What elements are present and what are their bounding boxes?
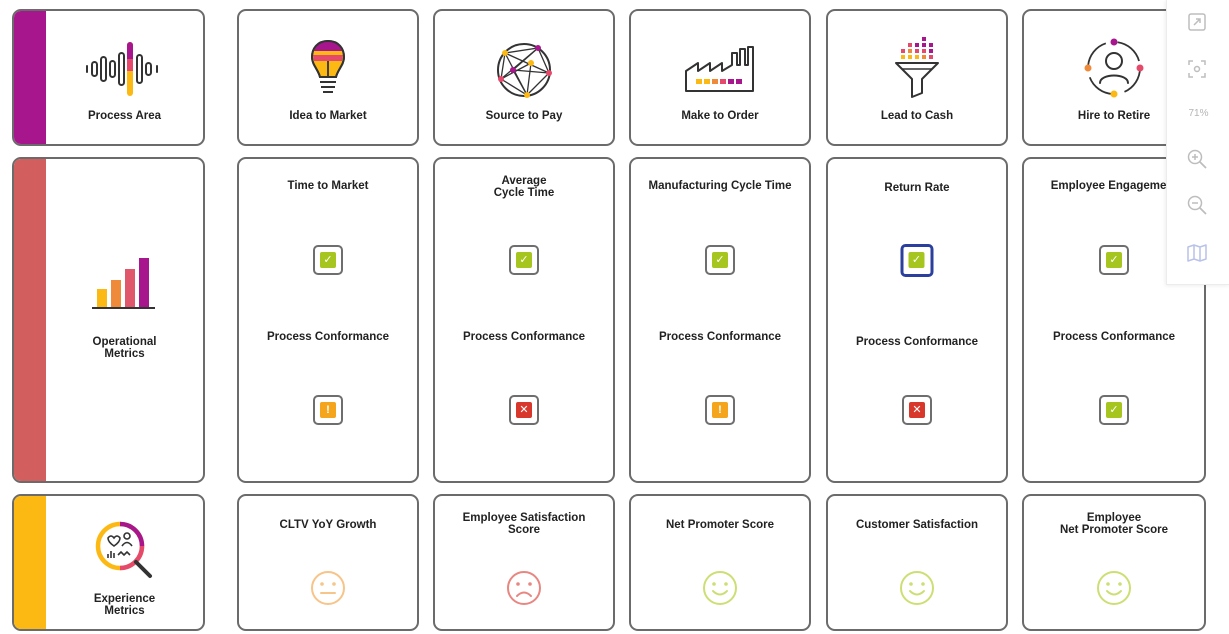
person-cycle-icon: [1084, 38, 1144, 98]
process-area-label: Process Area: [87, 110, 162, 122]
conformance-label: Process Conformance: [1052, 331, 1176, 343]
expand-icon: [1188, 13, 1206, 31]
conformance-label: Process Conformance: [855, 336, 979, 348]
warning-icon: !: [712, 402, 728, 418]
bar-chart-icon: [91, 258, 155, 309]
status-check-button[interactable]: ✓: [509, 245, 539, 275]
experience-metrics-header-card: Experience Metrics: [12, 494, 205, 631]
check-icon: ✓: [1106, 252, 1122, 268]
check-icon: ✓: [1106, 402, 1122, 418]
check-icon: ✓: [320, 252, 336, 268]
experience-metrics-label: Experience Metrics: [93, 593, 156, 618]
check-icon: ✓: [516, 252, 532, 268]
map-icon: [1187, 244, 1207, 262]
happy-face-icon: [1097, 571, 1131, 605]
conformance-label: Process Conformance: [462, 331, 586, 343]
fit-screen-icon: [1188, 60, 1206, 78]
process-card-idea-to-market[interactable]: Idea to Market: [237, 9, 419, 146]
happy-face-icon: [900, 571, 934, 605]
process-card-lead-to-cash[interactable]: Lead to Cash: [826, 9, 1008, 146]
check-icon: ✓: [908, 252, 925, 268]
magnifier-heart-user-icon: [95, 521, 152, 578]
conformance-label: Process Conformance: [266, 331, 390, 343]
operational-metrics-header-card: Operational Metrics: [12, 157, 205, 483]
process-card-source-to-pay[interactable]: Source to Pay: [433, 9, 615, 146]
experience-card-hire-to-retire: Employee Net Promoter Score: [1022, 494, 1206, 631]
process-label: Idea to Market: [289, 110, 367, 122]
fullscreen-button[interactable]: [1186, 11, 1208, 33]
factory-icon: [685, 46, 754, 92]
metric-label: Manufacturing Cycle Time: [648, 180, 792, 192]
funnel-icon: [895, 37, 939, 98]
status-check-button[interactable]: ✓: [1099, 395, 1129, 425]
operational-card-lead-to-cash: Return Rate ✓ Process Conformance ✕: [826, 157, 1008, 483]
zoom-in-button[interactable]: [1186, 148, 1208, 170]
experience-metric-label: Net Promoter Score: [665, 519, 774, 531]
metric-label: Time to Market: [287, 180, 369, 192]
process-label: Lead to Cash: [880, 110, 954, 122]
status-warning-button[interactable]: !: [313, 395, 343, 425]
neutral-face-icon: [311, 571, 345, 605]
zoom-in-icon: [1187, 149, 1207, 169]
view-toolbar: 71%: [1166, 0, 1229, 285]
operational-card-make-to-order: Manufacturing Cycle Time ✓ Process Confo…: [629, 157, 811, 483]
process-area-header-card: Process Area: [12, 9, 205, 146]
experience-card-source-to-pay: Employee Satisfaction Score: [433, 494, 615, 631]
metric-label: Average Cycle Time: [493, 175, 555, 200]
experience-metric-label: Employee Satisfaction Score: [462, 512, 586, 537]
status-error-button[interactable]: ✕: [902, 395, 932, 425]
conformance-label: Process Conformance: [658, 331, 782, 343]
happy-face-icon: [703, 571, 737, 605]
network-globe-icon: [497, 43, 552, 98]
status-check-button[interactable]: ✓: [313, 245, 343, 275]
experience-metric-label: Employee Net Promoter Score: [1059, 512, 1168, 537]
operational-metrics-label: Operational Metrics: [92, 336, 157, 361]
zoom-out-icon: [1187, 195, 1207, 215]
metric-label: Return Rate: [884, 182, 950, 194]
experience-card-idea-to-market: CLTV YoY Growth: [237, 494, 419, 631]
operational-card-source-to-pay: Average Cycle Time ✓ Process Conformance…: [433, 157, 615, 483]
process-card-make-to-order[interactable]: Make to Order: [629, 9, 811, 146]
status-check-button[interactable]: ✓: [705, 245, 735, 275]
experience-metric-label: CLTV YoY Growth: [279, 519, 377, 531]
experience-card-lead-to-cash: Customer Satisfaction: [826, 494, 1008, 631]
status-check-button-selected[interactable]: ✓: [900, 244, 934, 277]
close-icon: ✕: [909, 402, 925, 418]
warning-icon: !: [320, 402, 336, 418]
zoom-out-button[interactable]: [1186, 194, 1208, 216]
lightbulb-icon: [310, 39, 346, 93]
close-icon: ✕: [516, 402, 532, 418]
status-error-button[interactable]: ✕: [509, 395, 539, 425]
experience-metric-label: Customer Satisfaction: [855, 519, 979, 531]
process-label: Make to Order: [681, 110, 759, 122]
check-icon: ✓: [712, 252, 728, 268]
operational-card-idea-to-market: Time to Market ✓ Process Conformance !: [237, 157, 419, 483]
operational-metrics-accent-bar: [14, 159, 46, 481]
map-view-button[interactable]: [1186, 242, 1208, 264]
experience-card-make-to-order: Net Promoter Score: [629, 494, 811, 631]
zoom-level: 71%: [1188, 108, 1209, 119]
sound-wave-icon: [85, 42, 158, 96]
fit-to-screen-button[interactable]: [1186, 58, 1208, 80]
status-warning-button[interactable]: !: [705, 395, 735, 425]
process-area-accent-bar: [14, 11, 46, 144]
status-check-button[interactable]: ✓: [1099, 245, 1129, 275]
sad-face-icon: [507, 571, 541, 605]
process-label: Source to Pay: [485, 110, 563, 122]
